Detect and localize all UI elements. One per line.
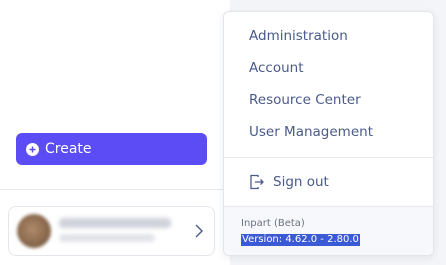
- create-button[interactable]: Create: [16, 133, 207, 165]
- menu-item-user-management[interactable]: User Management: [249, 124, 373, 140]
- chevron-right-icon: [195, 224, 203, 238]
- sidebar-divider: [0, 189, 230, 190]
- sidebar: Create: [0, 0, 230, 265]
- app-name: Inpart (Beta): [241, 218, 305, 229]
- version-text: Version: 4.62.0 - 2.80.0: [241, 234, 360, 246]
- menu-item-account[interactable]: Account: [249, 60, 304, 76]
- sign-out-button[interactable]: Sign out: [249, 174, 329, 190]
- create-button-label: Create: [45, 141, 92, 157]
- user-name-blurred: [59, 218, 171, 228]
- menu-divider: [224, 157, 433, 158]
- account-menu: Administration Account Resource Center U…: [223, 11, 434, 256]
- user-profile-card[interactable]: [8, 206, 215, 256]
- plus-circle-icon: [26, 142, 39, 156]
- sign-out-icon: [250, 174, 264, 190]
- menu-footer: Inpart (Beta) Version: 4.62.0 - 2.80.0: [224, 206, 433, 255]
- sign-out-label: Sign out: [273, 174, 329, 190]
- avatar: [17, 214, 51, 248]
- user-subtitle-blurred: [59, 234, 155, 242]
- menu-item-administration[interactable]: Administration: [249, 28, 348, 44]
- menu-item-resource-center[interactable]: Resource Center: [249, 92, 361, 108]
